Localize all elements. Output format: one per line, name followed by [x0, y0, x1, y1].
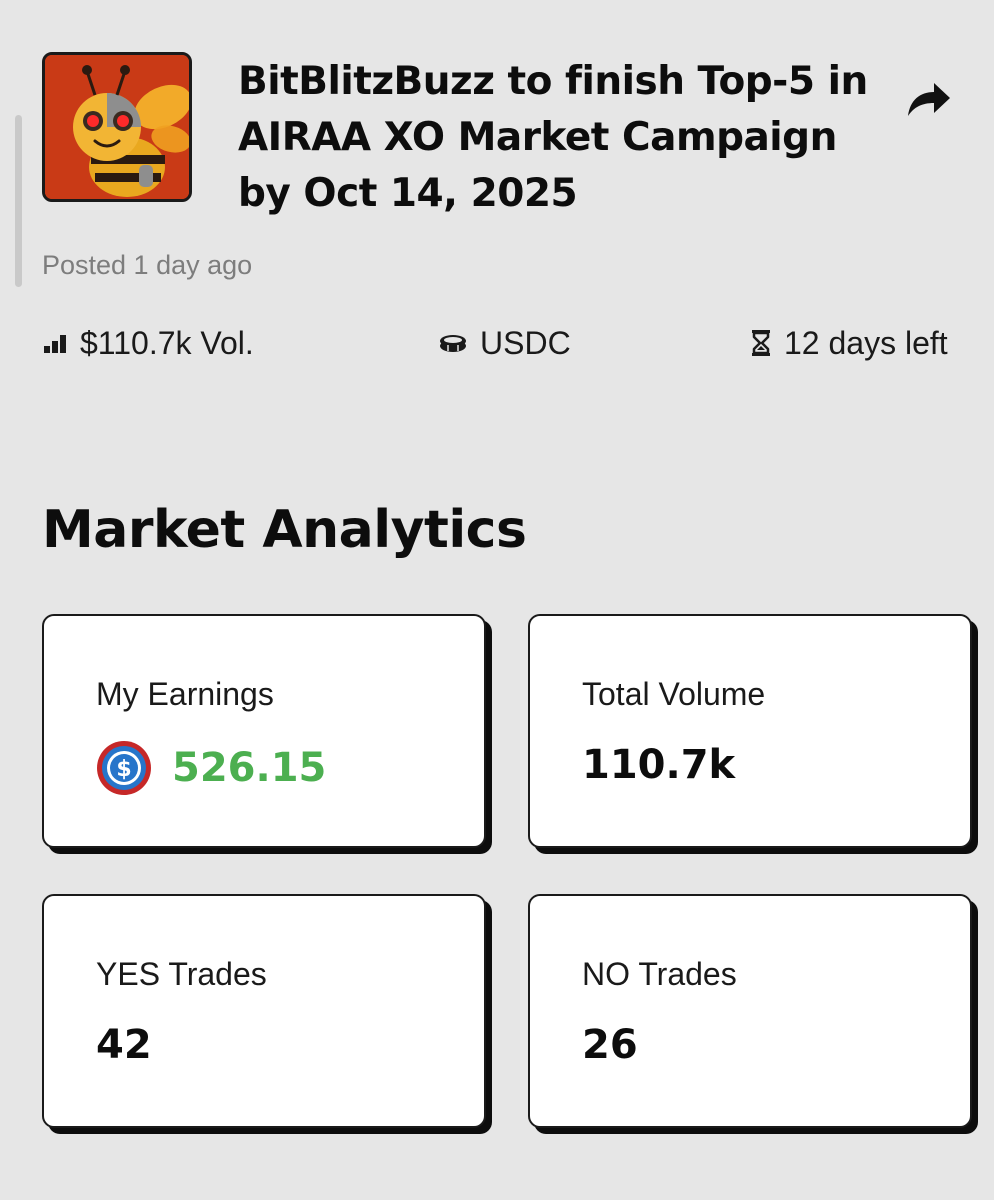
market-analytics-title: Market Analytics [42, 500, 527, 560]
stat-currency-text: USDC [480, 324, 571, 361]
stats-row: $110.7k Vol. USDC 12 days left [42, 318, 972, 368]
no-trades-label: NO Trades [582, 956, 737, 992]
my-earnings-label: My Earnings [96, 676, 274, 712]
stat-time-left: 12 days left [750, 318, 948, 368]
svg-text:$: $ [116, 757, 131, 782]
hourglass-icon [750, 329, 772, 357]
total-volume-card: Total Volume 110.7k [528, 614, 972, 848]
no-trades-value: 26 [582, 1022, 638, 1068]
posted-time: Posted 1 day ago [42, 250, 253, 280]
usdc-coin-icon: $ [96, 740, 152, 796]
market-image [42, 52, 192, 202]
no-trades-card: NO Trades 26 [528, 894, 972, 1128]
bar-chart-icon [42, 332, 68, 354]
total-volume-value: 110.7k [582, 742, 736, 788]
coins-icon [438, 332, 468, 354]
stat-time-left-text: 12 days left [784, 324, 948, 361]
yes-trades-label: YES Trades [96, 956, 267, 992]
my-earnings-card: My Earnings $ 526.15 [42, 614, 486, 848]
my-earnings-amount: 526.15 [172, 745, 327, 791]
market-title: BitBlitzBuzz to finish Top-5 in AIRAA XO… [238, 59, 868, 216]
yes-trades-card: YES Trades 42 [42, 894, 486, 1128]
market-header: BitBlitzBuzz to finish Top-5 in AIRAA XO… [42, 52, 962, 222]
scroll-indicator[interactable] [15, 115, 22, 287]
share-button[interactable] [900, 72, 956, 128]
yes-trades-value: 42 [96, 1022, 152, 1068]
stat-volume: $110.7k Vol. [42, 318, 254, 368]
my-earnings-value: $ 526.15 [96, 740, 326, 796]
bee-robot-avatar-icon [45, 55, 189, 199]
share-arrow-icon [908, 83, 950, 116]
total-volume-label: Total Volume [582, 676, 766, 712]
stat-currency: USDC [438, 318, 571, 368]
stat-volume-text: $110.7k Vol. [80, 324, 254, 361]
